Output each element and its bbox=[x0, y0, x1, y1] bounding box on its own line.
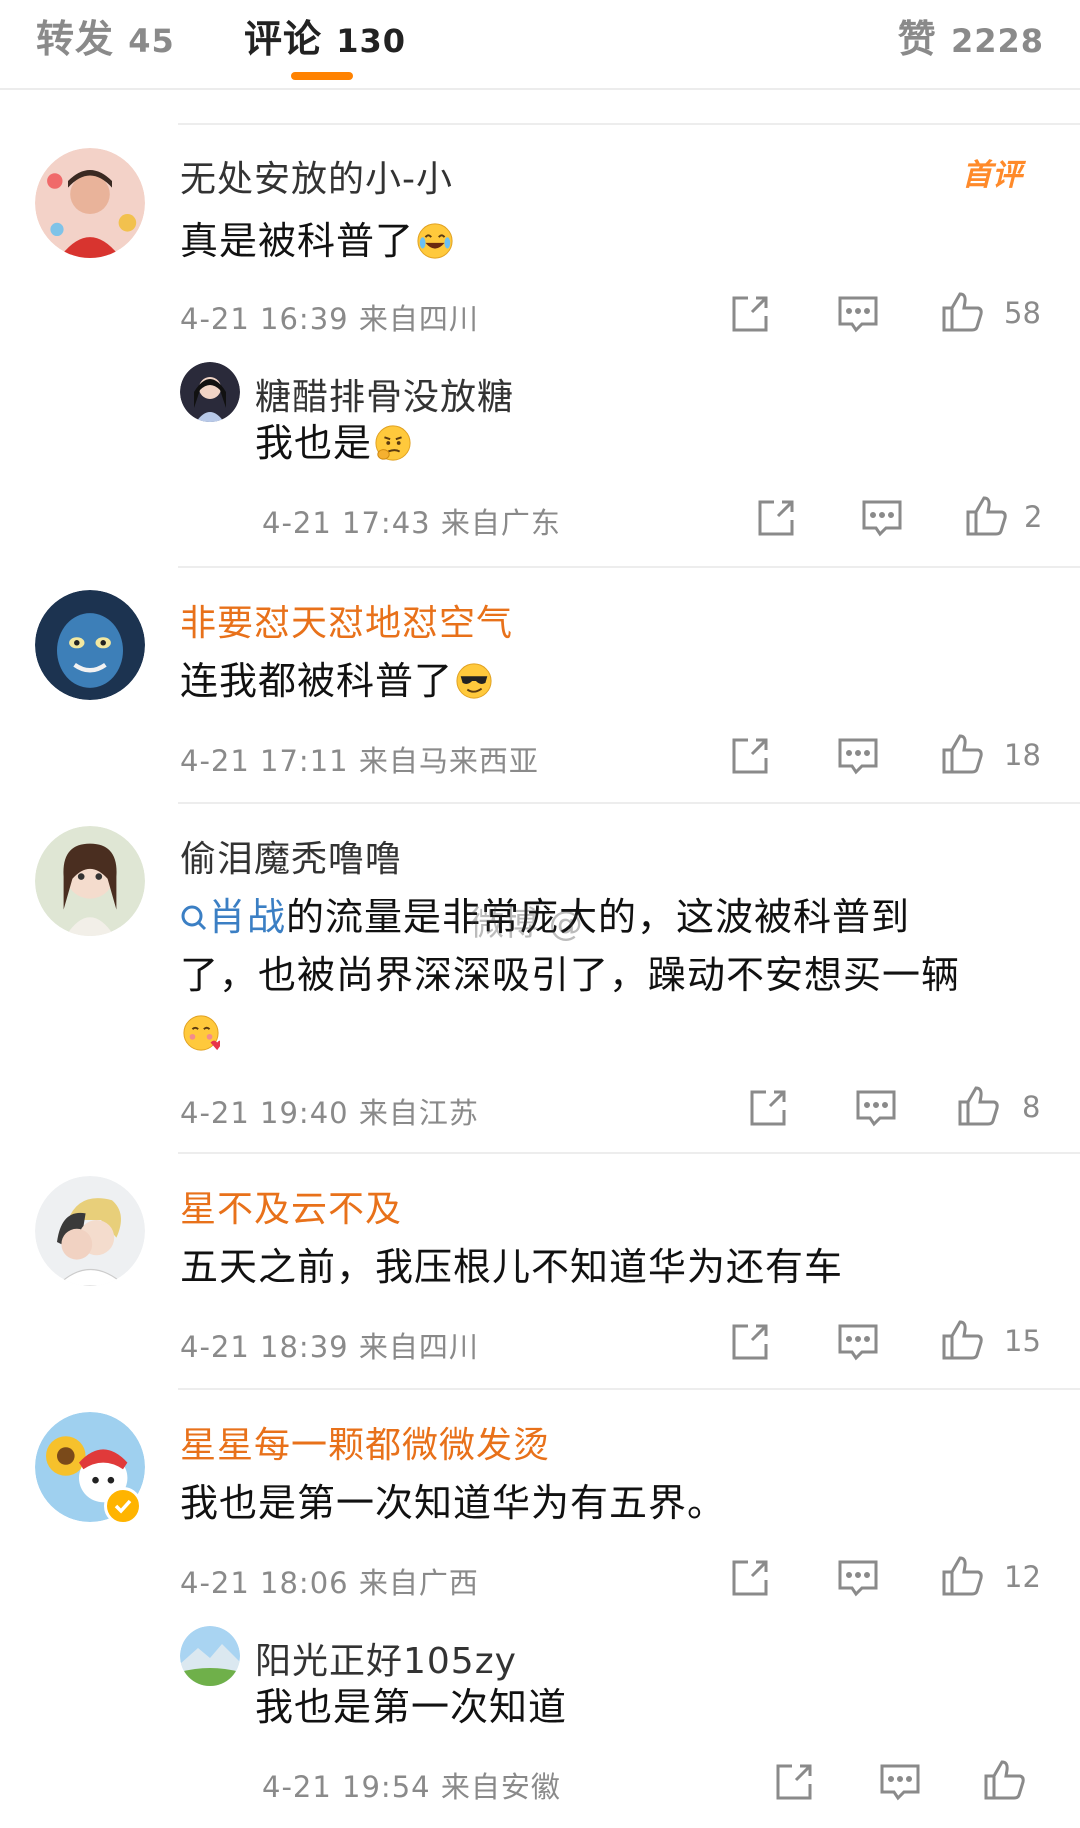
divider bbox=[178, 566, 1080, 568]
verified-badge-icon bbox=[104, 1487, 142, 1525]
reply-icon[interactable] bbox=[836, 292, 880, 336]
tab-reposts[interactable]: 转发 45 bbox=[36, 8, 175, 63]
divider bbox=[178, 1152, 1080, 1154]
comment-text-line bbox=[180, 1004, 220, 1062]
avatar[interactable] bbox=[35, 148, 145, 258]
comment-text: 真是被科普了 bbox=[180, 212, 454, 270]
reply-icon[interactable] bbox=[878, 1760, 922, 1804]
comment-time-location: 4-21 18:06 来自广西 bbox=[180, 1566, 479, 1600]
laugh-cry-emoji bbox=[416, 222, 454, 260]
comment-text-line: 了，也被尚界深深吸引了，躁动不安想买一辆 bbox=[180, 953, 961, 997]
share-icon[interactable] bbox=[728, 734, 772, 778]
comment-tabs: 转发 45 评论 130 赞 2228 bbox=[0, 0, 1080, 90]
active-tab-indicator bbox=[291, 72, 353, 80]
reply-text: 我也是第一次知道 bbox=[255, 1685, 568, 1729]
divider bbox=[178, 1388, 1080, 1390]
comment-username[interactable]: 无处安放的小-小 bbox=[180, 150, 453, 202]
like-icon[interactable] bbox=[964, 494, 1008, 538]
comment-username[interactable]: 星不及云不及 bbox=[180, 1180, 402, 1232]
divider bbox=[178, 802, 1080, 804]
comment-time-location: 4-21 19:40 来自江苏 bbox=[180, 1096, 479, 1130]
like-count: 12 bbox=[1004, 1560, 1041, 1594]
comment-username[interactable]: 星星每一颗都微微发烫 bbox=[180, 1416, 550, 1468]
share-icon[interactable] bbox=[754, 496, 798, 540]
watermark: 微博 @​ bbox=[470, 904, 583, 944]
comment-text: 连我都被科普了 bbox=[180, 652, 493, 710]
like-icon[interactable] bbox=[940, 732, 984, 776]
search-icon bbox=[180, 890, 208, 931]
like-icon[interactable] bbox=[982, 1758, 1026, 1802]
like-icon[interactable] bbox=[956, 1084, 1000, 1128]
thinking-emoji bbox=[374, 424, 412, 462]
like-icon[interactable] bbox=[940, 290, 984, 334]
heart-cheeks-emoji bbox=[182, 1014, 220, 1052]
like-count: 8 bbox=[1022, 1090, 1041, 1124]
first-comment-badge: 首评 bbox=[962, 158, 1022, 193]
reply-time-location: 4-21 17:43 来自广东 bbox=[262, 506, 561, 540]
like-icon[interactable] bbox=[940, 1318, 984, 1362]
reply-icon[interactable] bbox=[860, 496, 904, 540]
share-icon[interactable] bbox=[746, 1086, 790, 1130]
like-count: 2 bbox=[1024, 500, 1043, 534]
reply-time-location: 4-21 19:54 来自安徽 bbox=[262, 1770, 561, 1804]
reply-avatar[interactable] bbox=[180, 1626, 240, 1686]
reply-icon[interactable] bbox=[836, 734, 880, 778]
comment-text: 五天之前，我压根儿不知道华为还有车 bbox=[180, 1245, 844, 1289]
reply-avatar[interactable] bbox=[180, 362, 240, 422]
share-icon[interactable] bbox=[728, 1320, 772, 1364]
comment-time-location: 4-21 18:39 来自四川 bbox=[180, 1330, 479, 1364]
tab-likes[interactable]: 赞 2228 bbox=[898, 8, 1044, 63]
tab-comments[interactable]: 评论 130 bbox=[244, 8, 406, 63]
comment-time-location: 4-21 16:39 来自四川 bbox=[180, 302, 479, 336]
avatar[interactable] bbox=[35, 1176, 145, 1286]
avatar[interactable] bbox=[35, 826, 145, 936]
comment-username[interactable]: 偷泪魔秃噜噜 bbox=[180, 830, 402, 882]
like-icon[interactable] bbox=[940, 1554, 984, 1598]
comment-username[interactable]: 非要怼天怼地怼空气 bbox=[180, 594, 513, 646]
avatar[interactable] bbox=[35, 590, 145, 700]
like-count: 58 bbox=[1004, 296, 1041, 330]
reply-icon[interactable] bbox=[836, 1556, 880, 1600]
comment-time-location: 4-21 17:11 来自马来西亚 bbox=[180, 744, 539, 778]
reply-icon[interactable] bbox=[854, 1086, 898, 1130]
divider bbox=[178, 123, 1080, 125]
share-icon[interactable] bbox=[772, 1760, 816, 1804]
reply-username[interactable]: 阳光正好105zy bbox=[255, 1632, 517, 1684]
reply-icon[interactable] bbox=[836, 1320, 880, 1364]
reply-username[interactable]: 糖醋排骨没放糖 bbox=[255, 368, 514, 420]
like-count: 15 bbox=[1004, 1324, 1041, 1358]
share-icon[interactable] bbox=[728, 1556, 772, 1600]
topic-search-link[interactable]: 肖战 bbox=[180, 895, 286, 939]
share-icon[interactable] bbox=[728, 292, 772, 336]
sunglasses-emoji bbox=[455, 662, 493, 700]
reply-text: 我也是 bbox=[255, 414, 412, 472]
comment-text: 我也是第一次知道华为有五界。 bbox=[180, 1481, 727, 1525]
like-count: 18 bbox=[1004, 738, 1041, 772]
